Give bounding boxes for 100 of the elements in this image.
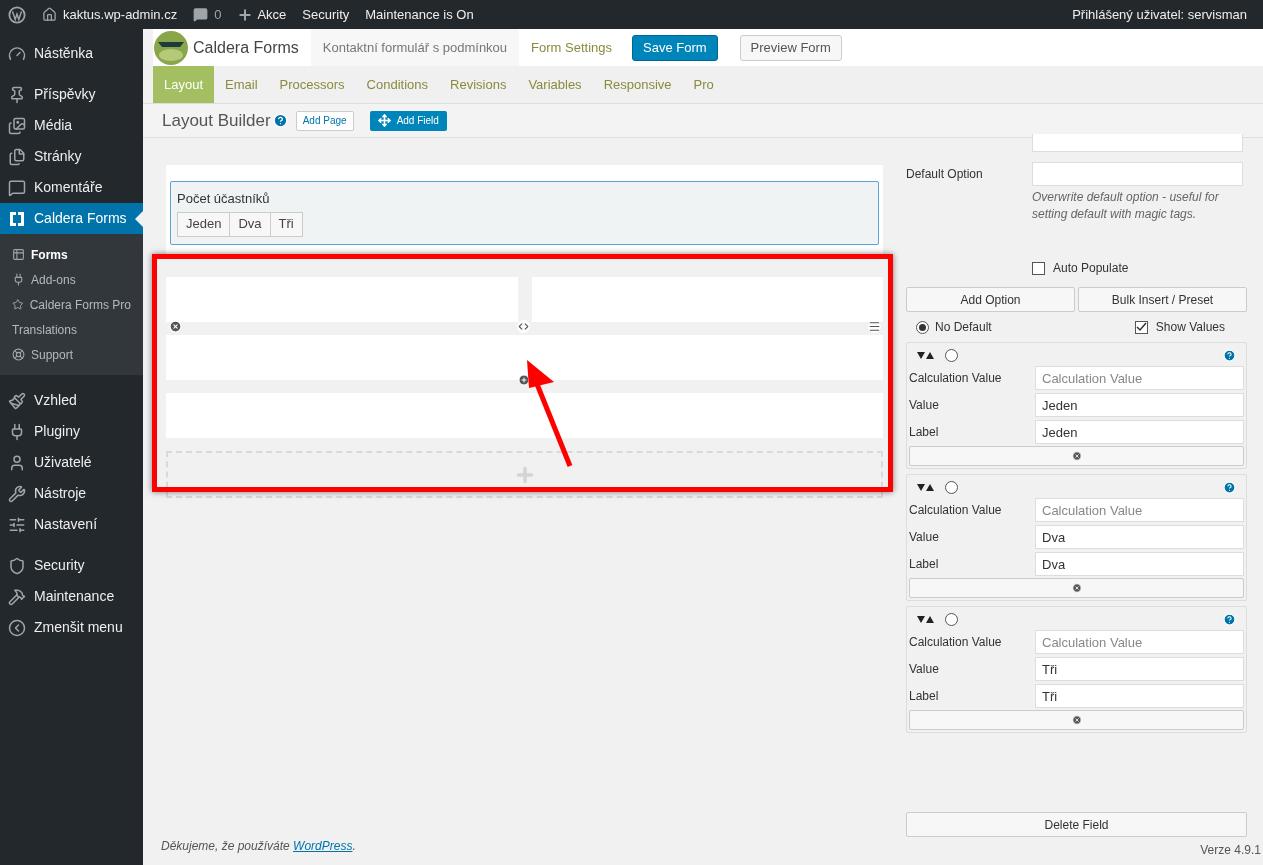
bulk-insert-button[interactable]: Bulk Insert / Preset (1078, 287, 1247, 312)
form-settings-link[interactable]: Form Settings (519, 37, 624, 58)
menu-item[interactable]: Komentáře (0, 172, 143, 203)
new-link[interactable]: Akce (257, 4, 287, 25)
brand-title: Caldera Forms (193, 37, 299, 58)
save-button[interactable]: Save Form (632, 34, 718, 61)
checkbox[interactable] (1032, 261, 1045, 275)
admin-bar-link[interactable]: Maintenance is On (365, 4, 474, 25)
text-field[interactable]: Tři (1035, 657, 1244, 681)
user-icon (8, 453, 26, 472)
radio-button[interactable] (916, 320, 929, 334)
field-card[interactable]: Počet účastníků Jeden Dva Tři (170, 181, 879, 245)
menu-item[interactable]: Nastavení (0, 509, 143, 540)
preview-button[interactable]: Preview Form (739, 34, 842, 61)
add-row-area[interactable] (166, 450, 883, 498)
submenu-item[interactable]: Translations (0, 317, 143, 342)
menu-item[interactable]: Pluginy (0, 416, 143, 447)
field-label: Label (909, 424, 940, 441)
option-chip[interactable]: Dva (229, 211, 271, 237)
sort-arrows-icon[interactable] (917, 615, 935, 623)
form-name: Kontaktní formulář s podmínkou (310, 29, 520, 66)
shield-icon (8, 556, 26, 575)
split-handle-icon[interactable] (517, 319, 530, 333)
checkbox-label: Auto Populate (1053, 260, 1129, 277)
field-label: Value (909, 397, 940, 414)
menu-item[interactable]: Zmenšit menu (0, 612, 143, 643)
wrench-icon (8, 484, 26, 503)
option-chip[interactable]: Jeden (177, 211, 231, 237)
text-field[interactable] (1032, 134, 1243, 152)
radio-button[interactable] (945, 612, 958, 626)
option-chip[interactable]: Tři (269, 211, 303, 237)
comment-count[interactable]: 0 (214, 4, 222, 25)
text-field[interactable]: Dva (1035, 552, 1244, 576)
comment-icon (8, 178, 26, 197)
remove-row-icon[interactable] (169, 319, 182, 333)
field-label: Počet účastníků (177, 190, 271, 208)
cactus-logo-icon (153, 29, 189, 66)
images-icon (8, 116, 26, 135)
remove-icon (1071, 451, 1082, 461)
home-icon (42, 7, 57, 22)
sort-arrows-icon[interactable] (917, 483, 935, 491)
wordpress-logo-icon[interactable] (8, 5, 26, 24)
admin-bar-link[interactable]: Security (302, 4, 350, 25)
radio-button[interactable] (945, 348, 958, 362)
text-field[interactable]: Jeden (1035, 420, 1244, 444)
pages-icon (8, 147, 26, 166)
tools-icon (8, 587, 26, 606)
field-label: Calculation Value (909, 370, 1003, 387)
help-icon[interactable] (272, 113, 288, 128)
delete-field-button[interactable]: Delete Field (906, 812, 1247, 837)
text-field[interactable]: Dva (1035, 525, 1244, 549)
field-label: Calculation Value (909, 634, 1003, 651)
submenu-item[interactable]: Add-ons (0, 267, 143, 292)
sort-arrows-icon[interactable] (917, 351, 935, 359)
move-icon (377, 114, 391, 127)
field-label: Default Option (906, 166, 984, 183)
text-field[interactable]: Calculation Value (1035, 366, 1244, 390)
menu-item[interactable]: Stránky (0, 141, 143, 172)
menu-item[interactable]: Média (0, 110, 143, 141)
table-icon (12, 248, 25, 261)
text-field[interactable]: Jeden (1035, 393, 1244, 417)
remove-icon (1071, 715, 1082, 725)
submenu-item[interactable]: Support (0, 342, 143, 367)
help-icon[interactable] (1223, 612, 1236, 626)
site-link[interactable]: kaktus.wp-admin.cz (63, 4, 178, 25)
footer-text: Děkujeme, že používáte WordPress. (161, 838, 357, 855)
text-field[interactable]: Calculation Value (1035, 498, 1244, 522)
pin-icon (8, 85, 26, 104)
field-label: Value (909, 529, 940, 546)
checkbox[interactable] (1134, 320, 1148, 334)
help-icon[interactable] (1223, 348, 1236, 362)
menu-item[interactable]: Nástěnka (0, 38, 143, 69)
menu-item[interactable]: Uživatelé (0, 447, 143, 478)
text-field[interactable] (1032, 162, 1243, 186)
user-greeting[interactable]: Přihlášený uživatel: servisman (1072, 4, 1247, 25)
radio-button[interactable] (945, 480, 958, 494)
text-field[interactable]: Calculation Value (1035, 630, 1244, 654)
collapse-icon (8, 618, 26, 637)
plug-icon (12, 273, 25, 286)
help-icon[interactable] (1223, 480, 1236, 494)
field-label: Value (909, 661, 940, 678)
add-page-button[interactable]: Add Page (295, 110, 354, 131)
menu-item[interactable]: Nástroje (0, 478, 143, 509)
add-option-button[interactable]: Add Option (906, 287, 1075, 312)
menu-item[interactable]: Caldera Forms (0, 203, 143, 234)
sliders-icon (8, 515, 26, 534)
help-text: Overwrite default option - useful for setting default with magic tags. (1032, 189, 1220, 223)
text-field[interactable]: Tři (1035, 684, 1244, 708)
comment-icon (193, 7, 209, 22)
submenu-item[interactable]: Forms (0, 242, 143, 267)
menu-item[interactable]: Příspěvky (0, 79, 143, 110)
menu-item[interactable]: Security (0, 550, 143, 581)
gauge-icon (8, 44, 26, 63)
radio-label: No Default (935, 319, 992, 336)
remove-icon (1071, 583, 1082, 593)
lifebuoy-icon (12, 348, 25, 361)
menu-item[interactable]: Maintenance (0, 581, 143, 612)
add-field-button[interactable]: Add Field (369, 110, 447, 131)
menu-item[interactable]: Vzhled (0, 385, 143, 416)
submenu-item[interactable]: Caldera Forms Pro (0, 292, 143, 317)
